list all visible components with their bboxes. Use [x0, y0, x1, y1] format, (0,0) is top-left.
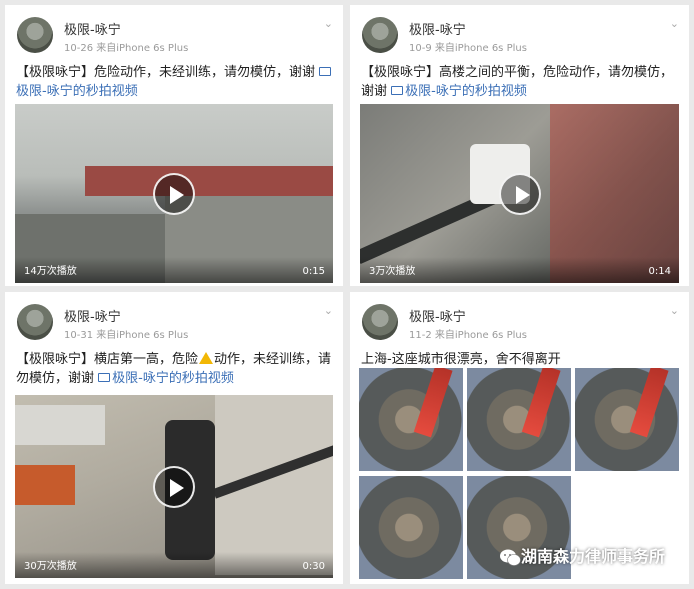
video-link[interactable]: 极限-咏宁的秒拍视频: [98, 371, 234, 386]
video-link-icon: [98, 373, 111, 382]
post-text: 【极限咏宁】横店第一高，危险 动作，未经训练，请勿模仿，谢谢 极限-咏宁的秒拍视频: [16, 350, 335, 388]
author-name[interactable]: 极限-咏宁: [64, 19, 121, 38]
warning-icon: [199, 352, 214, 364]
chevron-down-icon[interactable]: ⌄: [324, 17, 333, 30]
post-body: 【极限咏宁】横店第一高，危险: [16, 352, 199, 367]
author-name[interactable]: 极限-咏宁: [409, 19, 466, 38]
photo-thumbnail-2[interactable]: [467, 368, 571, 471]
post-date: 10-31: [64, 330, 94, 341]
video-link-icon: [391, 86, 404, 95]
author-name[interactable]: 极限-咏宁: [64, 306, 121, 325]
post-source: 来自iPhone 6s Plus: [96, 330, 189, 341]
view-count: 30万次播放: [24, 561, 77, 572]
play-icon[interactable]: [153, 172, 195, 215]
roof-tile: [15, 465, 75, 505]
photo-thumbnail-3[interactable]: [575, 368, 679, 471]
author-name[interactable]: 极限-咏宁: [409, 306, 466, 325]
play-icon[interactable]: [153, 465, 195, 508]
post-text: 【极限咏宁】危险动作，未经训练，请勿模仿，谢谢 极限-咏宁的秒拍视频: [16, 63, 335, 101]
avatar[interactable]: [17, 17, 53, 53]
video-player[interactable]: 30万次播放 0:30: [15, 395, 333, 578]
post-text: 【极限咏宁】高楼之间的平衡，危险动作，请勿模仿，谢谢 极限-咏宁的秒拍视频: [361, 63, 681, 101]
avatar[interactable]: [17, 304, 53, 340]
play-icon[interactable]: [498, 172, 541, 215]
video-player[interactable]: 14万次播放 0:15: [15, 104, 333, 283]
video-duration: 0:30: [302, 561, 325, 572]
post-source: 来自iPhone 6s Plus: [434, 330, 527, 341]
avatar[interactable]: [362, 17, 398, 53]
post-card-4: 极限-咏宁 11-2 来自iPhone 6s Plus ⌄ 上海-这座城市很漂亮…: [350, 292, 689, 584]
view-count: 3万次播放: [369, 266, 416, 277]
post-source: 来自iPhone 6s Plus: [96, 43, 189, 54]
video-link[interactable]: 极限-咏宁的秒拍视频: [391, 84, 527, 99]
post-body: 【极限咏宁】危险动作，未经训练，请勿模仿，谢谢: [16, 65, 316, 80]
video-duration: 0:14: [648, 266, 671, 277]
chevron-down-icon[interactable]: ⌄: [670, 17, 679, 30]
post-source: 来自iPhone 6s Plus: [434, 43, 527, 54]
video-duration: 0:15: [302, 266, 325, 277]
post-card-2: 极限-咏宁 10-9 来自iPhone 6s Plus ⌄ 【极限咏宁】高楼之间…: [350, 5, 689, 286]
post-date: 11-2: [409, 330, 432, 341]
post-card-3: 极限-咏宁 10-31 来自iPhone 6s Plus ⌄ 【极限咏宁】横店第…: [5, 292, 343, 584]
photo-thumbnail-1[interactable]: [359, 368, 463, 471]
chevron-down-icon[interactable]: ⌄: [324, 304, 333, 317]
video-link-icon: [319, 67, 332, 76]
post-meta: 11-2 来自iPhone 6s Plus: [409, 326, 527, 341]
post-date: 10-9: [409, 43, 432, 54]
chevron-down-icon[interactable]: ⌄: [670, 304, 679, 317]
wechat-icon: [500, 549, 521, 566]
rooftop-railing: [85, 166, 333, 196]
post-date: 10-26: [64, 43, 94, 54]
photo-thumbnail-4[interactable]: [359, 476, 463, 579]
post-body: 上海-这座城市很漂亮，舍不得离开: [361, 352, 561, 367]
rooftop: [15, 405, 105, 445]
avatar[interactable]: [362, 304, 398, 340]
post-meta: 10-9 来自iPhone 6s Plus: [409, 39, 527, 54]
video-player[interactable]: 3万次播放 0:14: [360, 104, 679, 283]
post-meta: 10-26 来自iPhone 6s Plus: [64, 39, 188, 54]
view-count: 14万次播放: [24, 266, 77, 277]
post-text: 上海-这座城市很漂亮，舍不得离开: [361, 350, 681, 369]
post-meta: 10-31 来自iPhone 6s Plus: [64, 326, 188, 341]
post-card-1: 极限-咏宁 10-26 来自iPhone 6s Plus ⌄ 【极限咏宁】危险动…: [5, 5, 343, 286]
watermark: 湖南森力律师事务所: [520, 547, 665, 566]
